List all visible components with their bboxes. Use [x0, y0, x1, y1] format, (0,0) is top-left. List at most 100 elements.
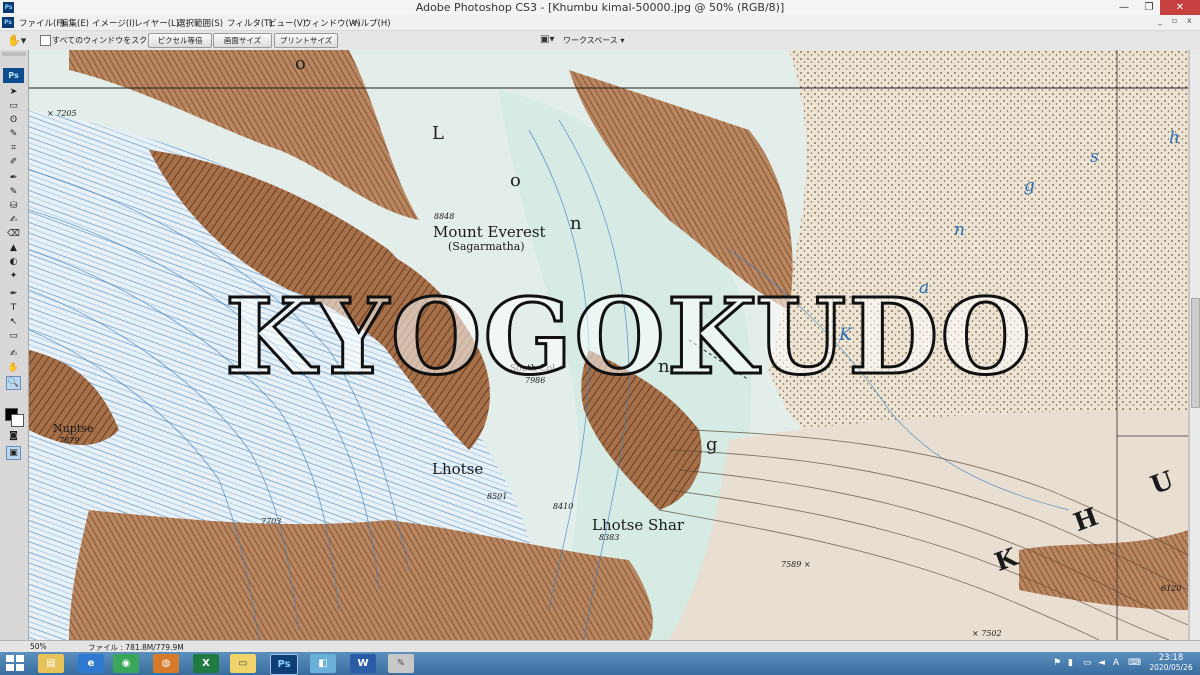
menu-select[interactable]: 選択範囲(S)	[177, 17, 223, 29]
tray-ime-icon[interactable]: A	[1113, 658, 1119, 668]
move-tool-icon[interactable]: ➤	[7, 86, 20, 98]
hand-tool-preset-icon[interactable]: ✋▾	[7, 34, 26, 47]
actual-pixels-button[interactable]: ピクセル等倍	[148, 33, 212, 48]
start-button[interactable]	[6, 655, 24, 672]
restore-button[interactable]: ❐	[1137, 0, 1161, 15]
doc-minimize-button[interactable]: _	[1158, 16, 1162, 25]
window-title: Adobe Photoshop CS3 - [Khumbu kimal-5000…	[415, 1, 785, 14]
paint-icon[interactable]: ✎	[388, 654, 414, 673]
workspace-menu[interactable]: ワークスペース ▾	[563, 35, 624, 46]
menu-image[interactable]: イメージ(I)	[92, 17, 135, 29]
map-label-lola-n: n	[570, 213, 582, 234]
pen-tool-icon[interactable]: ✒	[7, 288, 20, 300]
eraser-tool-icon[interactable]: ⌫	[7, 228, 20, 240]
clone-stamp-tool-icon[interactable]: ⛁	[7, 200, 20, 212]
map-label-lola-l: L	[432, 123, 444, 144]
tray-flag-icon[interactable]: ⚑	[1053, 658, 1061, 668]
chrome-icon[interactable]: ◉	[113, 654, 139, 673]
scrollbar-thumb[interactable]	[1191, 298, 1200, 408]
lasso-tool-icon[interactable]: ʘ	[7, 114, 20, 126]
magic-wand-tool-icon[interactable]: ✎	[7, 128, 20, 140]
firefox-icon[interactable]: ◍	[153, 654, 179, 673]
map-label-everest-height: 8848	[434, 212, 455, 221]
tray-keyboard-icon[interactable]: ⌨	[1128, 658, 1141, 668]
map-label-lola-o1: o	[295, 53, 306, 74]
media-icon[interactable]: ◧	[310, 654, 336, 673]
crop-tool-icon[interactable]: ⌗	[7, 142, 20, 154]
zoom-level[interactable]: 50%	[30, 642, 47, 651]
menu-help[interactable]: ヘルプ(H)	[352, 17, 391, 29]
zoom-tool-icon[interactable]: 🔍	[6, 376, 21, 390]
blur-tool-icon[interactable]: ✦	[7, 270, 20, 282]
scroll-all-windows-checkbox[interactable]	[40, 35, 51, 46]
brush-tool-icon[interactable]: ✎	[7, 186, 20, 198]
clock-time: 23:18	[1158, 653, 1184, 663]
map-label-kangshung-s: s	[1090, 147, 1099, 167]
title-bar: Ps Adobe Photoshop CS3 - [Khumbu kimal-5…	[0, 0, 1200, 16]
map-label-g-letter: g	[706, 434, 718, 455]
toolbox-grip[interactable]	[2, 52, 26, 56]
taskbar-clock[interactable]: 23:18 2020/05/26	[1145, 653, 1197, 673]
sticky-notes-icon[interactable]: ▭	[230, 654, 256, 673]
map-label-6120: 6120	[1161, 584, 1182, 593]
vertical-scrollbar[interactable]	[1189, 50, 1200, 640]
map-label-lhotse-shar: Lhotse Shar	[592, 516, 685, 534]
menu-filter[interactable]: フィルタ(T)	[227, 17, 273, 29]
workspace-icon[interactable]: ▣▾	[540, 34, 554, 45]
map-label-nuptse: Nuptse	[53, 422, 94, 435]
map-label-mount-everest: Mount Everest	[433, 223, 546, 241]
map-label-sagarmatha: (Sagarmatha)	[448, 240, 525, 253]
file-explorer-icon[interactable]: ▤	[38, 654, 64, 673]
eyedropper-tool-icon[interactable]: ✋	[7, 362, 20, 374]
map-label-kangshung-h: h	[1169, 128, 1180, 148]
healing-brush-tool-icon[interactable]: ✒	[7, 172, 20, 184]
tray-volume-icon[interactable]: ◄	[1098, 658, 1105, 668]
tray-power-icon[interactable]: ▭	[1083, 658, 1092, 668]
clock-date: 2020/05/26	[1149, 663, 1193, 672]
close-button[interactable]: ✕	[1160, 0, 1200, 15]
background-color-swatch[interactable]	[11, 414, 24, 427]
doc-close-button[interactable]: x	[1187, 16, 1192, 25]
map-label-lhotse-height: 8501	[487, 492, 508, 501]
photoshop-taskbar-icon[interactable]: Ps	[270, 654, 298, 675]
menu-file[interactable]: ファイル(F)	[19, 17, 65, 29]
map-label-7589: 7589 ×	[781, 560, 811, 569]
print-size-button[interactable]: プリントサイズ	[274, 33, 338, 48]
rectangle-tool-icon[interactable]: ▭	[7, 330, 20, 342]
quick-mask-icon[interactable]: ◙	[7, 430, 20, 442]
doc-restore-button[interactable]: ▫	[1172, 16, 1177, 25]
menu-view[interactable]: ビュー(V)	[268, 17, 306, 29]
document-canvas[interactable]: Mount Everest (Sagarmatha) 8848 South Co…	[29, 50, 1188, 640]
internet-explorer-icon[interactable]: e	[78, 654, 104, 673]
map-label-7205: × 7205	[47, 109, 77, 118]
history-brush-tool-icon[interactable]: ✍	[7, 214, 20, 226]
watermark-text: KYOGOKUDO	[223, 275, 1033, 398]
map-label-nuptse-height: 7879	[59, 436, 80, 445]
excel-icon[interactable]: X	[193, 654, 219, 673]
slice-tool-icon[interactable]: ✐	[7, 156, 20, 168]
gradient-tool-icon[interactable]: ▲	[7, 242, 20, 254]
map-label-7703: 7703	[261, 517, 282, 526]
map-label-lola-o2: o	[510, 170, 521, 191]
dodge-tool-icon[interactable]: ◐	[7, 256, 20, 268]
map-label-kangshung-g: g	[1024, 176, 1035, 196]
minimize-button[interactable]: —	[1112, 0, 1136, 15]
map-label-lhotse: Lhotse	[432, 460, 484, 478]
menu-edit[interactable]: 編集(E)	[60, 17, 89, 29]
type-tool-icon[interactable]: T	[7, 302, 20, 314]
path-selection-tool-icon[interactable]: ↖	[7, 316, 20, 328]
menu-bar: Ps ファイル(F) 編集(E) イメージ(I) レイヤー(L) 選択範囲(S)…	[0, 15, 1200, 31]
fit-screen-button[interactable]: 画面サイズ	[213, 33, 272, 48]
toolbox: Ps ➤ ▭ ʘ ✎ ⌗ ✐ ✒ ✎ ⛁ ✍ ⌫ ▲ ◐ ✦ ✒ T ↖ ▭ ✍…	[0, 50, 29, 640]
map-label-lhotse-shar-height: 8383	[599, 533, 620, 542]
map-label-kangshung-n: n	[954, 220, 965, 240]
document-app-icon[interactable]: Ps	[2, 17, 14, 28]
word-icon[interactable]: W	[350, 654, 376, 673]
options-bar: ✋▾ すべてのウィンドウをスクロール ピクセル等倍 画面サイズ プリントサイズ …	[0, 31, 1200, 51]
screen-mode-icon[interactable]: ▣	[6, 446, 21, 460]
marquee-tool-icon[interactable]: ▭	[7, 100, 20, 112]
menu-layer[interactable]: レイヤー(L)	[134, 17, 179, 29]
photoshop-logo[interactable]: Ps	[3, 68, 24, 83]
tray-network-icon[interactable]: ▮	[1068, 658, 1073, 668]
notes-tool-icon[interactable]: ✍	[7, 348, 20, 360]
